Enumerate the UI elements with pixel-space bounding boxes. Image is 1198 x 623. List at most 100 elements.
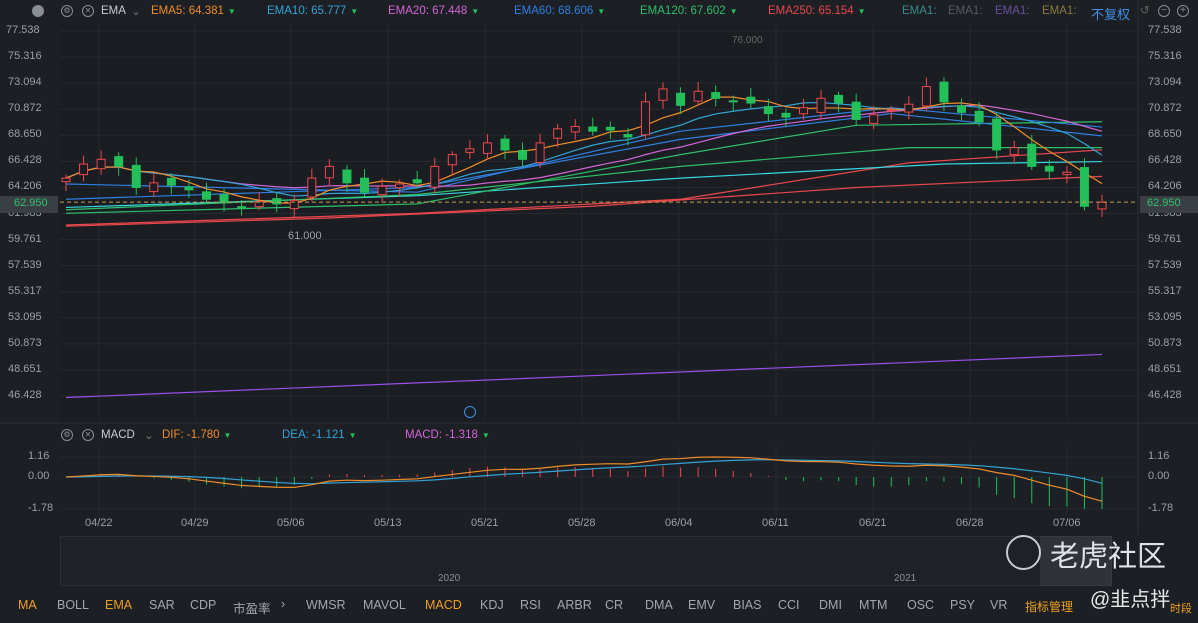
indicator-MAVOL[interactable]: MAVOL — [363, 598, 406, 612]
navigator-year: 2021 — [894, 573, 917, 584]
price-tick-right: 55.317 — [1148, 284, 1182, 297]
candle-down — [131, 164, 141, 188]
price-tick-right: 59.761 — [1148, 232, 1182, 245]
candle-down — [360, 177, 370, 193]
candle-up — [570, 125, 580, 133]
candle-up — [447, 154, 457, 166]
price-tick-right: 53.095 — [1148, 310, 1182, 323]
dea-line — [65, 459, 1103, 485]
candle-down — [763, 106, 773, 115]
navigator-year: 2020 — [438, 573, 461, 584]
indicator-CCI[interactable]: CCI — [778, 598, 800, 612]
date-tick: 05/13 — [374, 517, 402, 529]
indicator-CR[interactable]: CR — [605, 598, 623, 612]
indicator-BOLL[interactable]: BOLL — [57, 598, 89, 612]
candle-down — [588, 126, 598, 132]
candle-up — [482, 142, 492, 154]
candle-up — [798, 107, 808, 115]
candle-down — [834, 94, 844, 104]
price-tick-right: 48.651 — [1148, 362, 1182, 375]
chevron-right-icon[interactable]: › — [281, 597, 285, 611]
macd-tick-left: -1.78 — [28, 502, 54, 514]
candle-up — [904, 103, 914, 113]
date-tick: 06/04 — [665, 517, 693, 529]
indicator-BIAS[interactable]: BIAS — [733, 598, 762, 612]
candle-down — [237, 206, 247, 209]
price-tick-left: 68.650 — [8, 128, 42, 141]
price-tick-left: 59.761 — [8, 232, 42, 245]
candle-up — [61, 177, 71, 183]
candle-up — [869, 114, 879, 124]
price-tick-right: 75.316 — [1148, 50, 1182, 63]
candle-down — [676, 92, 686, 106]
candle-up — [553, 128, 563, 139]
candle-down — [605, 126, 615, 131]
indicator-MA[interactable]: MA — [18, 598, 37, 612]
candle-up — [307, 177, 317, 198]
indicator-toolbar: MA BOLL EMA SAR CDP 市盈率 › WMSR MAVOL MACD KDJ RSI AR… — [0, 597, 1198, 617]
date-tick: 04/22 — [85, 517, 113, 529]
candle-down — [728, 100, 738, 103]
indicator-KDJ[interactable]: KDJ — [480, 598, 504, 612]
candle-down — [851, 101, 861, 120]
candle-down — [272, 198, 282, 205]
price-chart[interactable] — [0, 0, 1198, 623]
price-tick-right: 57.539 — [1148, 258, 1182, 271]
indicator-RSI[interactable]: RSI — [520, 598, 541, 612]
indicator-manage-button[interactable]: 指标管理 — [1025, 598, 1073, 615]
indicator-ARBR[interactable]: ARBR — [557, 598, 592, 612]
candle-up — [640, 101, 650, 136]
gear-icon[interactable]: ⚙ — [61, 429, 73, 441]
candle-down — [711, 92, 721, 99]
indicator-CDP[interactable]: CDP — [190, 598, 216, 612]
indicator-DMI[interactable]: DMI — [819, 598, 842, 612]
candle-up — [395, 183, 405, 189]
candle-down — [746, 96, 756, 104]
indicator-MACD[interactable]: MACD — [425, 598, 462, 612]
indicator-OSC[interactable]: OSC — [907, 598, 934, 612]
candle-up — [79, 163, 89, 176]
price-tick-left: 46.428 — [8, 389, 42, 401]
candle-up — [1097, 201, 1107, 210]
candle-up — [921, 86, 931, 107]
chevron-down-icon[interactable]: ⌄ — [144, 428, 154, 442]
macd-indicator-name[interactable]: MACD — [101, 429, 135, 441]
indicator-市盈率[interactable]: 市盈率 — [233, 598, 271, 617]
macd-tick-right: 0.00 — [1148, 470, 1170, 482]
indicator-PSY[interactable]: PSY — [950, 598, 975, 612]
candle-up — [886, 109, 896, 112]
indicator-EMV[interactable]: EMV — [688, 598, 715, 612]
date-tick: 06/11 — [762, 517, 789, 529]
tiger-logo-icon — [1006, 535, 1041, 570]
plot-bg — [60, 22, 1138, 422]
indicator-MTM[interactable]: MTM — [859, 598, 887, 612]
price-tick-left: 48.651 — [8, 362, 42, 375]
candle-down — [201, 191, 211, 200]
time-navigator[interactable] — [60, 536, 1112, 586]
event-marker-icon[interactable] — [464, 406, 476, 418]
period-button[interactable]: 时段 — [1170, 600, 1192, 616]
price-tick-right: 66.428 — [1148, 154, 1182, 167]
candle-up — [289, 199, 299, 210]
date-tick: 06/28 — [956, 517, 984, 529]
close-icon[interactable]: ✕ — [82, 429, 94, 441]
price-tick-left: 53.095 — [8, 310, 42, 323]
price-tick-left: 77.538 — [6, 24, 40, 36]
candle-down — [114, 156, 124, 167]
candle-down — [518, 149, 528, 160]
indicator-SAR[interactable]: SAR — [149, 598, 175, 612]
indicator-VR[interactable]: VR — [990, 598, 1007, 612]
candle-up — [149, 182, 159, 193]
price-tick-right: 68.650 — [1148, 128, 1182, 141]
indicator-WMSR[interactable]: WMSR — [306, 598, 346, 612]
candle-down — [1079, 167, 1089, 207]
price-tick-left: 50.873 — [8, 336, 42, 349]
low-annotation: 61.000 — [288, 230, 322, 242]
watermark-brand: 老虎社区 — [1050, 541, 1167, 573]
indicator-DMA[interactable]: DMA — [645, 598, 673, 612]
candle-down — [939, 81, 949, 103]
indicator-EMA[interactable]: EMA — [105, 598, 132, 612]
dif-line — [65, 456, 1103, 502]
price-tick-right: 64.206 — [1148, 180, 1182, 193]
price-tick-right: 50.873 — [1148, 336, 1182, 349]
